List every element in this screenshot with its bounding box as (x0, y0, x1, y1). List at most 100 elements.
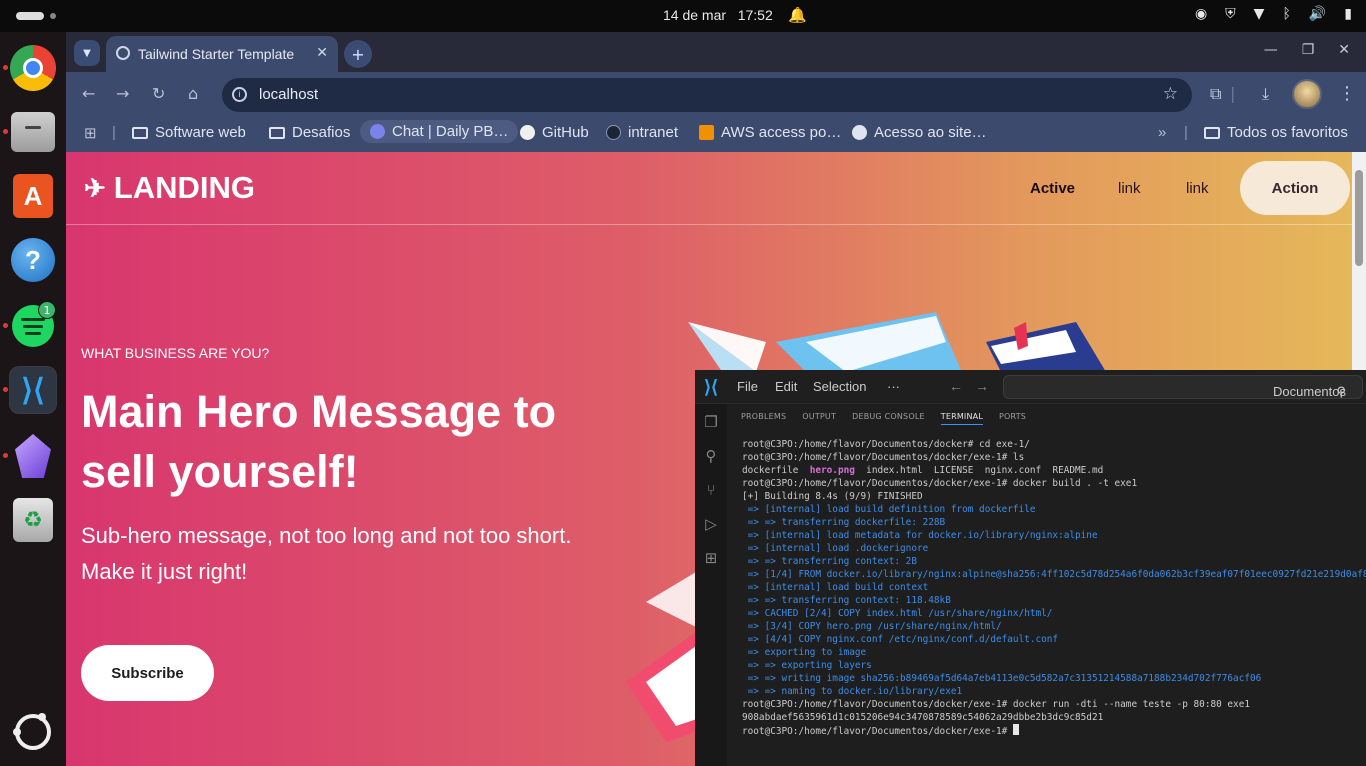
more-bookmarks-icon[interactable]: » (1158, 124, 1166, 141)
volume-icon[interactable]: 🔊 (1309, 6, 1326, 22)
workspace-dot[interactable] (50, 13, 56, 19)
teams-icon (370, 124, 385, 139)
wifi-icon[interactable]: ▼ (1254, 6, 1265, 22)
system-top-bar: 14 de mar 17:52 🔔 ◉ ⛨ ▼ ᛒ 🔊 ▮ (0, 0, 1366, 32)
forward-arrow-icon[interactable]: → (975, 378, 989, 394)
subscribe-button[interactable]: Subscribe (81, 645, 214, 701)
tab-active[interactable]: Tailwind Starter Template ✕ (106, 36, 338, 72)
hero-title: Main Hero Message to sell yourself! (81, 386, 557, 497)
new-tab-button[interactable]: + (344, 40, 372, 68)
menu-kebab-icon[interactable]: ⋮ (1338, 83, 1356, 104)
menu-more[interactable]: ··· (887, 379, 900, 394)
minimize-icon[interactable]: — (1264, 42, 1278, 58)
tab-terminal[interactable]: TERMINAL (940, 412, 984, 425)
vscode-logo-icon: ⟩⟨ (704, 377, 719, 397)
bookmark-label: Desafios (292, 124, 351, 141)
terminal-line: => [internal] load build definition from… (742, 504, 1036, 515)
profile-avatar[interactable] (1292, 79, 1322, 109)
bookmark-desafios[interactable]: Desafios (269, 124, 350, 141)
explorer-icon[interactable]: ❐ (703, 414, 719, 430)
back-arrow-icon[interactable]: ← (949, 378, 963, 394)
url-text[interactable]: localhost (259, 86, 318, 103)
dock-app-center[interactable]: A (9, 172, 57, 220)
toolbar-divider: | (1230, 84, 1236, 103)
extensions-icon[interactable]: ⊞ (703, 550, 719, 566)
reload-icon[interactable]: ↻ (152, 84, 165, 103)
nav-link-2[interactable]: link (1186, 180, 1209, 197)
panel-tabs: PROBLEMS OUTPUT DEBUG CONSOLE TERMINAL P… (741, 412, 1026, 425)
browser-toolbar: ← → ↻ ⌂ i localhost ☆ ⧉ | ⤓ ⋮ (66, 72, 1366, 116)
hero-eyebrow: WHAT BUSINESS ARE YOU? (81, 345, 270, 361)
bookmark-star-icon[interactable]: ☆ (1163, 84, 1178, 104)
terminal-prompt-line: root@C3PO:/home/flavor/Documentos/docker… (742, 724, 1362, 738)
scrollbar-thumb[interactable] (1355, 170, 1363, 266)
bluetooth-icon[interactable]: ᛒ (1282, 6, 1290, 22)
discord-icon[interactable]: ◉ (1195, 6, 1207, 22)
bookmark-acesso[interactable]: Acesso ao site… (852, 124, 987, 141)
back-icon[interactable]: ← (82, 84, 95, 103)
bookmark-github[interactable]: GitHub (520, 124, 589, 141)
terminal-line: => [1/4] FROM docker.io/library/nginx:al… (742, 569, 1366, 580)
extensions-icon[interactable]: ⧉ (1210, 84, 1221, 104)
source-control-icon[interactable]: ⑂ (703, 482, 719, 498)
close-tab-icon[interactable]: ✕ (316, 44, 328, 61)
close-window-icon[interactable]: ✕ (1338, 42, 1350, 58)
clock[interactable]: 14 de mar 17:52 (663, 7, 773, 23)
site-logo[interactable]: ✈ LANDING (84, 170, 255, 206)
menu-edit[interactable]: Edit (775, 379, 797, 394)
terminal-line: => [internal] load build context (742, 582, 929, 593)
menu-selection[interactable]: Selection (813, 379, 866, 394)
vscode-window: ⟩⟨ File Edit Selection ··· ← → ⚲ Documen… (695, 370, 1366, 766)
workspace-indicator[interactable] (16, 12, 44, 20)
notification-badge: 1 (38, 301, 56, 319)
bookmark-intranet[interactable]: intranet (606, 124, 678, 141)
nav-link-active[interactable]: Active (1030, 180, 1075, 197)
command-center-search[interactable]: ⚲ Documentos (1003, 375, 1363, 399)
show-apps-icon[interactable] (13, 713, 51, 750)
terminal-line: dockerfile hero.png index.html LICENSE n… (742, 464, 1362, 477)
activity-bar: ❐ ⚲ ⑂ ▷ ⊞ (695, 404, 727, 766)
chrome-icon (10, 45, 56, 91)
address-bar[interactable]: i localhost ☆ (222, 78, 1192, 112)
battery-icon[interactable]: ▮ (1344, 6, 1352, 22)
tab-ports[interactable]: PORTS (999, 412, 1026, 425)
dock-obsidian[interactable] (3, 432, 57, 480)
terminal-line: 908abdaef5635961d1c015206e94c3470878589c… (742, 712, 1104, 723)
bookmark-aws[interactable]: AWS access po… (699, 124, 841, 141)
apps-grid-icon[interactable]: ⊞ (84, 124, 97, 142)
system-tray[interactable]: ◉ ⛨ ▼ ᛒ 🔊 ▮ (1195, 6, 1352, 22)
shield-icon[interactable]: ⛨ (1225, 6, 1236, 22)
site-info-icon[interactable]: i (232, 87, 247, 102)
all-bookmarks-folder[interactable]: Todos os favoritos (1204, 124, 1348, 141)
tab-output[interactable]: OUTPUT (802, 412, 836, 425)
terminal-line: [+] Building 8.4s (9/9) FINISHED (742, 491, 923, 502)
nav-link-1[interactable]: link (1118, 180, 1141, 197)
dock-help[interactable]: ? (9, 236, 57, 284)
tab-debug-console[interactable]: DEBUG CONSOLE (852, 412, 925, 425)
dock-files[interactable] (3, 108, 57, 156)
tab-title: Tailwind Starter Template (138, 46, 295, 62)
maximize-icon[interactable]: ❐ (1302, 42, 1315, 58)
hero-subtitle: Sub-hero message, not too long and not t… (81, 523, 572, 585)
bookmark-chat-daily[interactable]: Chat | Daily PB… (360, 120, 519, 143)
menu-file[interactable]: File (737, 379, 758, 394)
action-button[interactable]: Action (1240, 161, 1350, 215)
tab-search-button[interactable]: ▼ (74, 40, 100, 66)
obsidian-icon (15, 434, 51, 478)
search-icon[interactable]: ⚲ (703, 448, 719, 464)
notification-bell-icon[interactable]: 🔔 (788, 6, 807, 24)
dock-chrome[interactable] (3, 44, 57, 92)
dock-spotify[interactable]: 1 (3, 301, 57, 350)
bookmark-software-web[interactable]: Software web (132, 124, 246, 141)
aws-cube-icon (699, 125, 714, 140)
run-debug-icon[interactable]: ▷ (703, 516, 719, 532)
dock-trash[interactable]: ♻ (9, 496, 57, 544)
home-icon[interactable]: ⌂ (188, 84, 198, 103)
terminal-line: => [4/4] COPY nginx.conf /etc/nginx/conf… (742, 634, 1059, 645)
bookmark-label: Acesso ao site… (874, 124, 987, 141)
forward-icon[interactable]: → (116, 84, 129, 103)
tab-problems[interactable]: PROBLEMS (741, 412, 786, 425)
download-icon[interactable]: ⤓ (1262, 84, 1269, 104)
terminal-output[interactable]: root@C3PO:/home/flavor/Documentos/docker… (742, 438, 1366, 738)
dock-vscode[interactable]: ⟩⟨ (3, 366, 57, 414)
